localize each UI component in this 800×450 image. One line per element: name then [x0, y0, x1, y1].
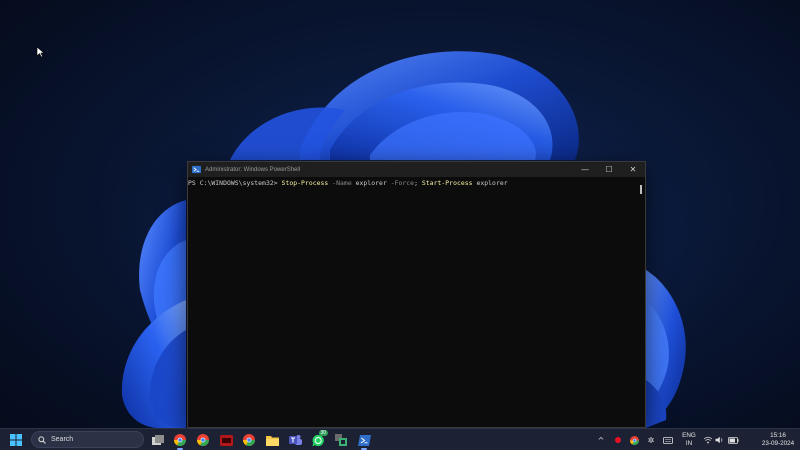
windows-logo-icon — [10, 434, 22, 446]
recording-icon[interactable] — [612, 432, 624, 448]
time: 15:16 — [770, 432, 786, 439]
taskbar-app-chrome-alt[interactable] — [241, 432, 257, 448]
minimize-button[interactable]: — — [573, 162, 597, 177]
maximize-button[interactable]: ☐ — [597, 162, 621, 177]
search-placeholder: Search — [51, 436, 74, 443]
volume-icon[interactable] — [714, 432, 726, 448]
scrollbar-thumb[interactable] — [640, 185, 642, 194]
taskbar-app-chrome-profile[interactable] — [195, 432, 211, 448]
taskbar-app-file-explorer[interactable] — [150, 432, 166, 448]
mouse-cursor-icon — [36, 46, 46, 58]
clock[interactable]: 15:16 23-09-2024 — [758, 432, 798, 448]
window-controls: — ☐ ✕ — [573, 162, 645, 177]
cmdlet-start-process: Start-Process — [421, 179, 473, 187]
param-force: -Force — [386, 179, 415, 187]
language-code: ENG — [682, 432, 696, 439]
arg-explorer: explorer — [351, 179, 387, 187]
search-box[interactable]: Search — [31, 431, 144, 448]
scrollbar[interactable] — [635, 177, 645, 427]
taskbar-app-chrome[interactable] — [172, 432, 188, 450]
keyboard-icon[interactable] — [662, 432, 674, 448]
powershell-icon — [357, 434, 371, 446]
chrome-icon — [243, 434, 255, 446]
taskbar-app-whatsapp[interactable]: 30 — [310, 430, 328, 448]
cmdlet-stop-process: Stop-Process — [281, 179, 329, 187]
start-button[interactable] — [8, 432, 24, 448]
folder-icon — [265, 435, 279, 446]
region-code: IN — [685, 440, 693, 447]
teams-icon — [288, 435, 302, 445]
snipping-tool-icon — [335, 434, 347, 446]
app-red-icon — [219, 434, 233, 446]
search-icon — [38, 435, 46, 444]
language-indicator[interactable]: ENG IN — [680, 432, 698, 448]
window-title: Administrator: Windows PowerShell — [205, 166, 301, 173]
arg-explorer-2: explorer — [472, 179, 508, 187]
close-button[interactable]: ✕ — [621, 162, 645, 177]
taskbar-app-teams[interactable] — [287, 432, 303, 448]
date: 23-09-2024 — [761, 440, 795, 447]
title-bar[interactable]: Administrator: Windows PowerShell — ☐ ✕ — [188, 162, 645, 177]
chrome-icon — [197, 434, 209, 446]
powershell-window[interactable]: Administrator: Windows PowerShell — ☐ ✕ … — [187, 161, 646, 428]
command-line: PS C:\WINDOWS\system32> Stop-Process -Na… — [188, 179, 508, 187]
wifi-icon[interactable] — [702, 432, 714, 448]
taskbar-app-snipping[interactable] — [333, 432, 349, 448]
terminal-area[interactable]: PS C:\WINDOWS\system32> Stop-Process -Na… — [188, 177, 645, 427]
separator: ; — [414, 179, 422, 187]
taskbar-app-red[interactable] — [218, 432, 234, 448]
param-name: -Name — [328, 179, 352, 187]
window-switcher-icon — [152, 434, 164, 445]
chrome-tray-icon[interactable] — [628, 432, 640, 448]
chevron-up-icon[interactable]: ^ — [595, 432, 607, 448]
chrome-icon — [174, 434, 186, 446]
taskbar-app-folder[interactable] — [264, 432, 280, 448]
brightness-icon[interactable]: ✲ — [645, 432, 657, 448]
battery-icon[interactable] — [727, 432, 739, 448]
taskbar: Search 30 ^ ✲ ENG IN 15:16 23-09-2024 — [0, 428, 800, 450]
prompt: PS C:\WINDOWS\system32> — [188, 179, 282, 187]
powershell-icon — [192, 165, 201, 174]
notification-badge: 30 — [319, 430, 328, 436]
taskbar-app-powershell[interactable] — [356, 432, 372, 450]
